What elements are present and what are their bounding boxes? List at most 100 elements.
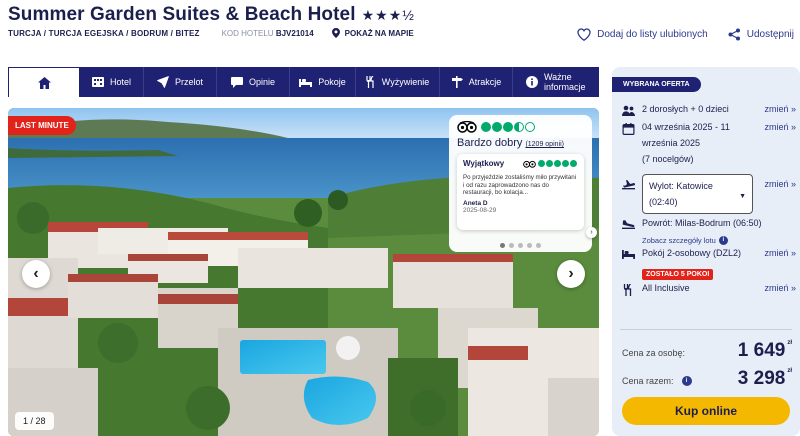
review-author: Aneta D [463, 199, 488, 207]
rating-bubble-icon [514, 122, 524, 132]
rooms-left-wrap: ZOSTAŁO 5 POKOI [622, 263, 800, 283]
pagination-dot[interactable] [518, 243, 523, 248]
change-flight-link[interactable]: zmień » [764, 179, 796, 189]
signpost-icon [451, 76, 463, 88]
rating-word: Bardzo dobry [457, 137, 523, 149]
review-text: Po przyjeździe zostaliśmy miło przywitan… [463, 174, 577, 197]
review-head: Wyjątkowy [463, 159, 578, 168]
dates-line-3: (7 nocelgów) [642, 154, 694, 164]
gallery-prev-button[interactable]: ‹ [22, 260, 50, 288]
star-rating: ★★★½ [361, 6, 415, 23]
pagination-dot[interactable] [536, 243, 541, 248]
change-dates-link[interactable]: zmień » [764, 122, 796, 132]
hotel-code-value: BJV21014 [275, 28, 314, 38]
rooms-left-badge: ZOSTAŁO 5 POKOI [642, 269, 714, 280]
heart-icon [577, 28, 591, 41]
rating-bubble-icon [503, 122, 513, 132]
review-title: Wyjątkowy [463, 159, 505, 168]
price-divider [620, 329, 792, 330]
price-per-person-row: Cena za osobę: 1 649 zł [622, 340, 792, 362]
selected-offer-panel: WYBRANA OFERTA 2 dorosłych + 0 dzieci zm… [612, 67, 800, 436]
review-snippet[interactable]: Wyjątkowy Po przyjeździe zostaliśmy miło… [457, 154, 584, 230]
price-total-label: Cena razem: [622, 376, 674, 386]
rating-bubble-icon [538, 160, 545, 167]
price-per-person-value: 1 649 zł [738, 340, 792, 362]
favorite-label: Dodaj do listy ulubionych [597, 29, 708, 40]
price-per-person-label: Cena za osobę: [622, 348, 686, 358]
title-row: Summer Garden Suites & Beach Hotel ★★★½ [8, 4, 415, 26]
pagination-dot[interactable] [527, 243, 532, 248]
dates-line-1: 04 września 2025 - 11 [642, 122, 730, 132]
tab-attractions[interactable]: Atrakcje [440, 67, 513, 97]
pagination-dot[interactable] [509, 243, 514, 248]
home-icon [37, 76, 51, 89]
info-icon [526, 76, 538, 88]
tab-reviews[interactable]: Opinie [217, 67, 290, 97]
favorite-button[interactable]: Dodaj do listy ulubionych [577, 28, 708, 41]
gallery-next-button[interactable]: › [557, 260, 585, 288]
tab-board[interactable]: Wyżywienie [356, 67, 440, 97]
tab-flight[interactable]: Przelot [144, 67, 217, 97]
hotel-header: Summer Garden Suites & Beach Hotel ★★★½ … [0, 0, 800, 62]
plane-icon [157, 76, 169, 88]
departure-select[interactable]: Wylot: Katowice (02:40) ▼ [642, 174, 753, 214]
meta-row: TURCJA / TURCJA EGEJSKA / BODRUM / BITEZ… [8, 28, 414, 38]
last-minute-badge: LAST MINUTE [8, 116, 76, 135]
departure-line-2: (02:40) [649, 197, 678, 207]
pagination-dot[interactable] [500, 243, 505, 248]
rating-bubble-icon [481, 122, 491, 132]
selected-offer-tag: WYBRANA OFERTA [612, 77, 701, 92]
tab-rooms-label: Pokoje [318, 77, 346, 87]
travellers-text: 2 dorosłych + 0 dzieci [642, 104, 729, 114]
tab-important-info[interactable]: Ważne informacje [513, 67, 599, 97]
rating-bubble-icon [562, 160, 569, 167]
rating-bubble-icon [525, 122, 535, 132]
price-per-person-amount: 1 649 [737, 340, 786, 361]
flight-details-label: Zobacz szczegóły lotu [642, 235, 716, 245]
dates-text: 04 września 2025 - 11 września 2025 (7 n… [642, 119, 730, 167]
chevron-right-icon: › [568, 265, 574, 282]
departure-line-1: Wylot: Katowice [649, 181, 713, 191]
info-icon[interactable]: i [681, 376, 692, 386]
tab-reviews-label: Opinie [248, 77, 275, 87]
tripadvisor-rating [457, 121, 584, 133]
dates-row: 04 września 2025 - 11 września 2025 (7 n… [622, 122, 800, 174]
hotel-code: KOD HOTELU BJV21014 [222, 29, 314, 38]
cutlery-icon [366, 76, 374, 88]
price-total-value: 3 298 zł [738, 368, 792, 390]
flight-details-link[interactable]: Zobacz szczegóły lotu i [642, 232, 800, 248]
bed-icon [299, 79, 313, 87]
caret-down-icon: ▼ [739, 193, 746, 200]
cutlery-icon [623, 284, 632, 296]
rating-bubble-icon [492, 122, 502, 132]
change-board-link[interactable]: zmień » [764, 283, 796, 293]
tripadvisor-card: Bardzo dobry (1209 opinii) Wyjątkowy Po p… [449, 115, 597, 252]
tab-home[interactable] [8, 67, 80, 97]
tab-hotel[interactable]: Hotel [80, 67, 144, 97]
room-row: Pokój 2-osobowy (DZL2) zmień » [622, 248, 800, 263]
tab-rooms[interactable]: Pokoje [290, 67, 356, 97]
tab-hotel-label: Hotel [109, 77, 131, 87]
breadcrumb[interactable]: TURCJA / TURCJA EGEJSKA / BODRUM / BITEZ [8, 29, 200, 38]
return-row: Powrót: Milas-Bodrum (06:50) [622, 218, 800, 232]
tab-attractions-label: Atrakcje [468, 77, 502, 87]
rating-bubble-icon [546, 160, 553, 167]
change-room-link[interactable]: zmień » [764, 248, 796, 258]
hotel-icon [91, 77, 104, 87]
hotel-tabs: Hotel Przelot Opinie Pokoje Wyżywienie A… [8, 67, 599, 97]
share-label: Udostępnij [746, 29, 794, 40]
rating-bubble-icon [570, 160, 577, 167]
review-next-button[interactable]: › [586, 227, 597, 238]
price-total-label-wrap: Cena razem: i [622, 376, 692, 386]
show-map-link[interactable]: POKAŻ NA MAPIE [331, 28, 414, 38]
currency-label: zł [787, 340, 792, 346]
change-travellers-link[interactable]: zmień » [764, 104, 796, 114]
review-pagination [449, 243, 592, 248]
price-total-amount: 3 298 [737, 368, 786, 389]
tab-board-label: Wyżywienie [381, 77, 430, 87]
tab-flight-label: Przelot [174, 77, 203, 87]
map-pin-icon [331, 28, 340, 38]
buy-online-button[interactable]: Kup online [622, 397, 790, 425]
reviews-count-link[interactable]: (1209 opinii) [525, 141, 564, 148]
share-button[interactable]: Udostępnij [728, 28, 794, 41]
